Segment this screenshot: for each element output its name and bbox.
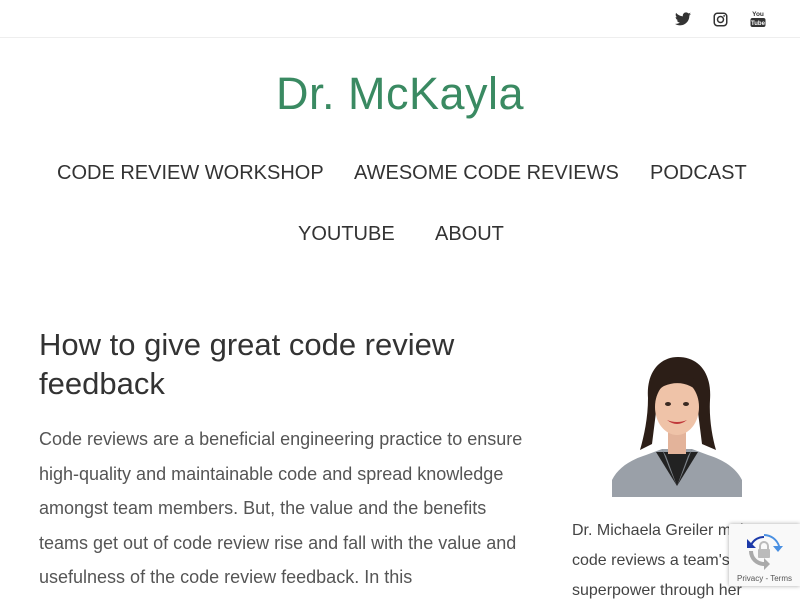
author-photo [612,352,742,497]
recaptcha-icon [747,534,783,570]
nav-item-youtube[interactable]: YOUTUBE [298,221,395,247]
nav-item-podcast[interactable]: PODCAST [650,160,747,186]
recaptcha-links: Privacy - Terms [729,574,800,583]
site-title[interactable]: Dr. McKayla [0,66,800,122]
nav-item-about[interactable]: ABOUT [435,221,504,247]
twitter-icon[interactable] [673,9,693,29]
top-bar: You Tube [0,0,800,38]
youtube-icon-label-bottom: Tube [751,21,766,27]
post-body: Code reviews are a beneficial engineerin… [39,429,523,587]
nav-item-awesome-code-reviews[interactable]: AWESOME CODE REVIEWS [354,160,619,186]
youtube-icon[interactable]: You Tube [748,9,768,29]
youtube-icon-label-top: You [752,11,764,18]
instagram-icon[interactable] [710,9,730,29]
recaptcha-privacy-link[interactable]: Privacy [737,574,763,583]
recaptcha-badge[interactable]: Privacy - Terms [729,524,800,586]
post-title[interactable]: How to give great code review feedback [39,325,549,403]
nav-item-code-review-workshop[interactable]: CODE REVIEW WORKSHOP [57,160,324,186]
recaptcha-terms-link[interactable]: Terms [770,574,792,583]
